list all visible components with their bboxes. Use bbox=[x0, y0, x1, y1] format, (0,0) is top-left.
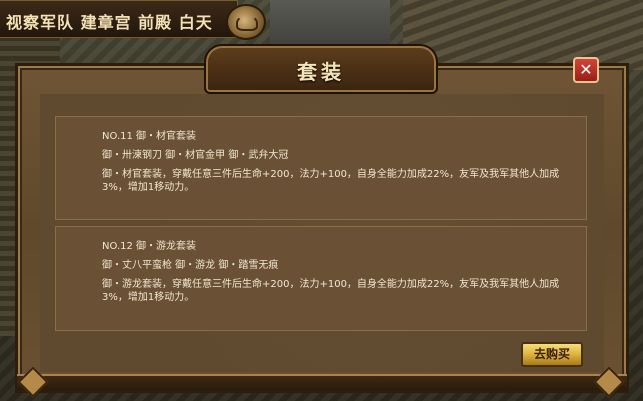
close-button[interactable]: ✕ bbox=[573, 57, 599, 83]
suit-entry: NO.11 御・材官套装 御・卅湅钢刀 御・材官金甲 御・武弁大冠 御・材官套装… bbox=[55, 116, 587, 220]
suit-entry: NO.12 御・游龙套装 御・丈八平蛮枪 御・游龙 御・踏雪无痕 御・游龙套装，… bbox=[55, 226, 587, 331]
suit-description: 御・游龙套装，穿戴任意三件后生命+200，法力+100，自身全能力加成22%，友… bbox=[102, 279, 560, 303]
roof-right bbox=[403, 0, 643, 70]
dialog-bottom-bar bbox=[17, 374, 627, 390]
dragon-icon[interactable] bbox=[226, 4, 266, 40]
dialog-title-plaque: 套装 bbox=[204, 44, 438, 94]
dialog-title: 套装 bbox=[297, 60, 345, 84]
location-text: 视察军队 建章宫 前殿 白天 bbox=[6, 13, 213, 32]
suit-header: NO.11 御・材官套装 bbox=[102, 131, 197, 142]
suit-pieces: 御・丈八平蛮枪 御・游龙 御・踏雪无痕 bbox=[102, 260, 279, 271]
suit-header: NO.12 御・游龙套装 bbox=[102, 241, 197, 252]
location-bar: 视察军队 建章宫 前殿 白天 bbox=[0, 0, 238, 38]
close-icon: ✕ bbox=[579, 60, 593, 79]
buy-button[interactable]: 去购买 bbox=[521, 342, 583, 367]
suit-pieces: 御・卅湅钢刀 御・材官金甲 御・武弁大冠 bbox=[102, 150, 289, 161]
suit-description: 御・材官套装，穿戴任意三件后生命+200，法力+100，自身全能力加成22%，友… bbox=[102, 169, 560, 193]
